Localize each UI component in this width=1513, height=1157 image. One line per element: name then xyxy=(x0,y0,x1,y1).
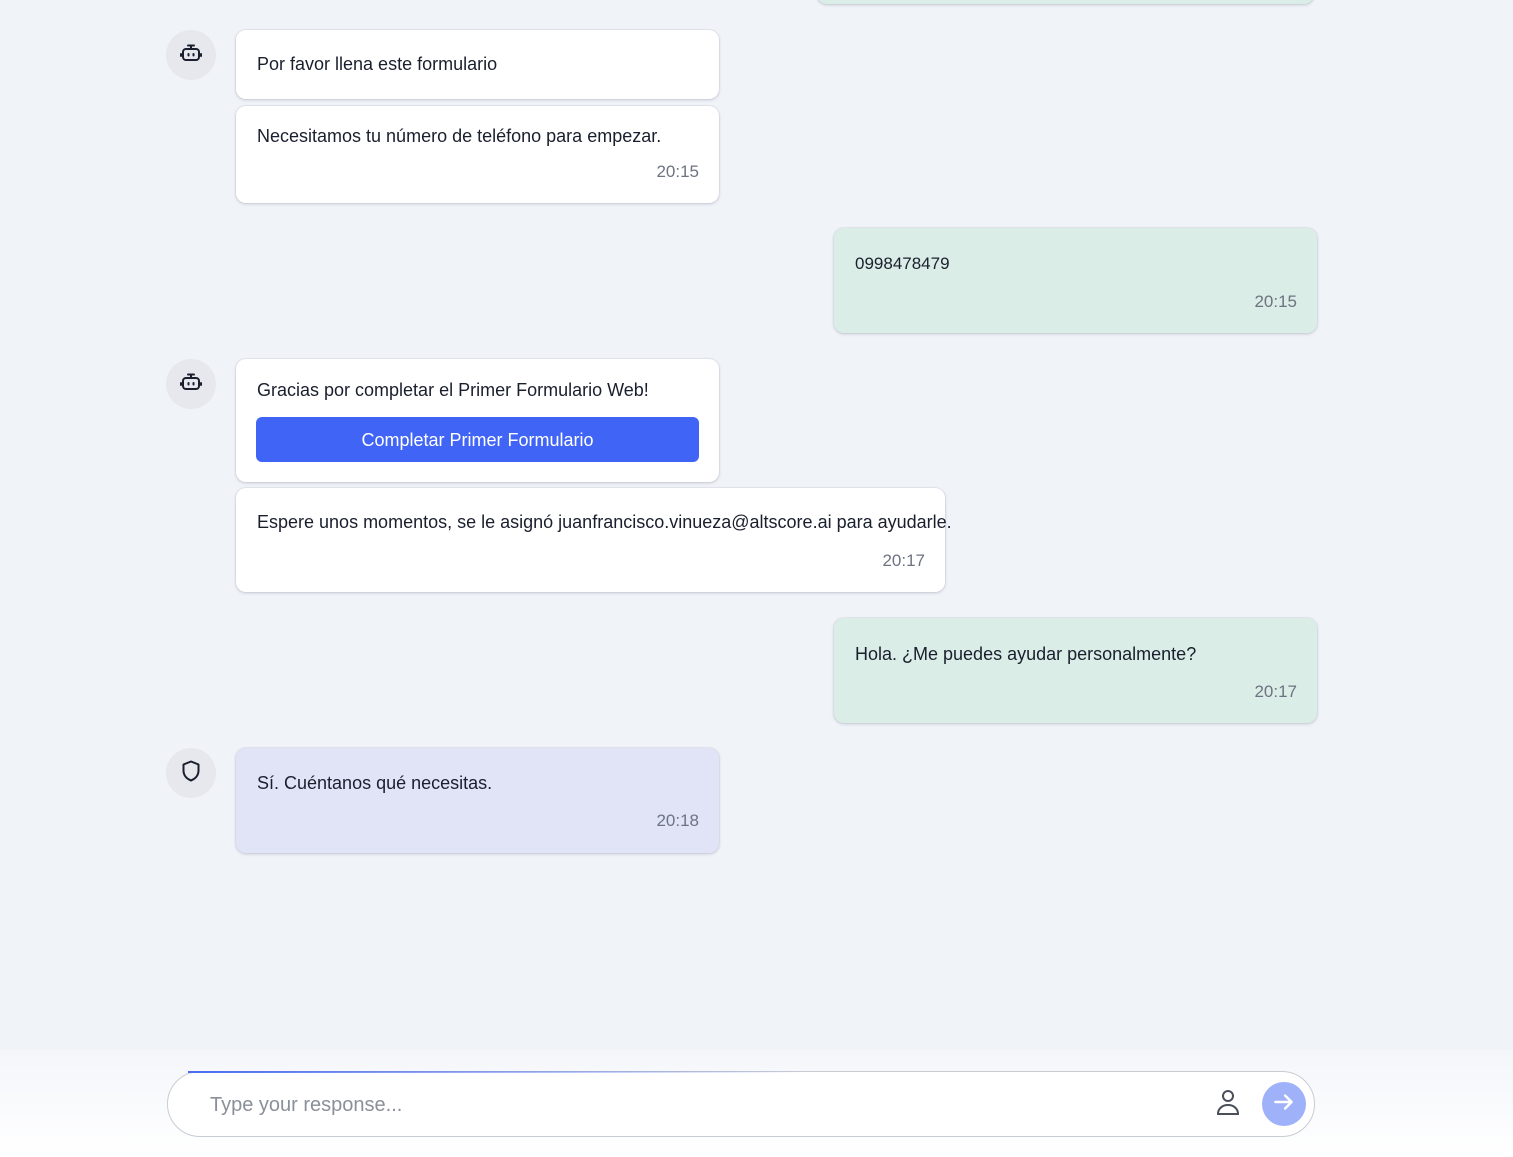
agent-message-reply: Sí. Cuéntanos qué necesitas. 20:18 xyxy=(236,748,719,853)
message-time: 20:15 xyxy=(1254,292,1297,311)
message-composer xyxy=(167,1070,1315,1137)
bot-avatar xyxy=(166,359,216,409)
user-message-help-request: Hola. ¿Me puedes ayudar personalmente? 2… xyxy=(834,618,1317,723)
previous-message-partial xyxy=(817,0,1314,4)
message-text: Espere unos momentos, se le asignó juanf… xyxy=(257,512,952,532)
message-text: Necesitamos tu número de teléfono para e… xyxy=(257,126,662,146)
bot-avatar xyxy=(166,30,216,80)
arrow-right-icon xyxy=(1271,1089,1297,1120)
shield-icon xyxy=(179,759,203,788)
bot-message-form-complete: Gracias por completar el Primer Formular… xyxy=(236,359,719,482)
send-button[interactable] xyxy=(1262,1082,1306,1126)
agent-avatar xyxy=(166,748,216,798)
chat-thread: Por favor llena este formulario Necesita… xyxy=(0,0,1513,1050)
message-text: Sí. Cuéntanos qué necesitas. xyxy=(257,773,493,793)
bot-message-assignment: Espere unos momentos, se le asignó juanf… xyxy=(236,488,952,592)
user-message-phone: 0998478479 20:15 xyxy=(834,228,1317,333)
composer-focus-line xyxy=(188,1070,808,1073)
message-text: Hola. ¿Me puedes ayudar personalmente? xyxy=(855,644,1197,664)
robot-icon xyxy=(179,370,203,399)
complete-form-button[interactable]: Completar Primer Formulario xyxy=(256,417,699,462)
message-text: 0998478479 xyxy=(855,254,950,273)
robot-icon xyxy=(179,41,203,70)
message-time: 20:15 xyxy=(656,162,699,181)
message-time: 20:18 xyxy=(656,811,699,830)
composer-area xyxy=(0,1050,1513,1157)
message-time: 20:17 xyxy=(1254,682,1297,701)
message-text: Gracias por completar el Primer Formular… xyxy=(257,380,649,400)
user-button[interactable] xyxy=(1212,1088,1244,1120)
bot-message-form-request: Por favor llena este formulario xyxy=(236,30,719,99)
message-time: 20:17 xyxy=(882,551,925,570)
response-input[interactable] xyxy=(208,1088,1172,1122)
user-icon xyxy=(1215,1088,1241,1121)
bot-message-phone-request: Necesitamos tu número de teléfono para e… xyxy=(236,106,719,203)
message-text: Por favor llena este formulario xyxy=(257,54,498,74)
